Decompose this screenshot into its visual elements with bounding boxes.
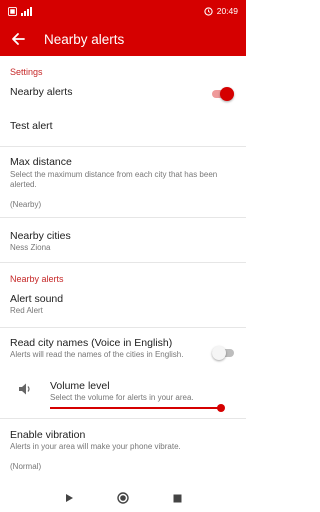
signal-icon	[21, 6, 32, 16]
status-right: 20:49	[204, 6, 238, 16]
pref-nearby-alerts[interactable]: Nearby alerts	[0, 78, 246, 110]
status-left	[8, 6, 33, 16]
pref-enable-vibration-value: (Normal)	[10, 462, 42, 471]
pref-max-distance-title: Max distance	[10, 156, 72, 168]
pref-read-city-names[interactable]: Read city names (Voice in English) Alert…	[0, 328, 246, 374]
status-time: 20:49	[216, 6, 238, 16]
pref-read-city-names-title: Read city names (Voice in English)	[10, 337, 173, 349]
nearby-alerts-switch[interactable]	[212, 87, 234, 101]
pref-nearby-alerts-title: Nearby alerts	[10, 86, 73, 98]
switch-thumb	[220, 87, 234, 101]
back-arrow-icon[interactable]	[8, 29, 28, 49]
pref-volume-level-summary: Select the volume for alerts in your are…	[50, 393, 194, 402]
nav-home-button[interactable]	[116, 491, 130, 505]
pref-alert-sound[interactable]: Alert sound Red Alert	[0, 285, 246, 327]
notification-icon	[8, 6, 17, 16]
pref-volume-level-title: Volume level	[50, 380, 110, 392]
pref-enable-vibration[interactable]: Enable vibration Alerts in your area wil…	[0, 419, 246, 475]
pref-test-alert[interactable]: Test alert	[0, 110, 246, 146]
pref-test-alert-title: Test alert	[10, 120, 53, 132]
status-bar: 20:49	[0, 0, 246, 22]
home-circle-icon	[117, 492, 129, 504]
pref-volume-level[interactable]: Volume level Select the volume for alert…	[0, 374, 246, 418]
volume-slider[interactable]	[50, 404, 225, 412]
pref-enable-vibration-summary: Alerts in your area will make your phone…	[10, 442, 181, 451]
pref-max-distance[interactable]: Max distance Select the maximum distance…	[0, 147, 246, 217]
slider-thumb[interactable]	[217, 404, 225, 412]
app-bar: Nearby alerts	[0, 22, 246, 56]
nav-back-button[interactable]	[62, 491, 76, 505]
switch-thumb	[212, 346, 226, 360]
pref-read-city-names-summary: Alerts will read the names of the cities…	[10, 350, 184, 359]
read-city-names-switch[interactable]	[212, 346, 234, 360]
settings-list: Settings Nearby alerts Test alert Max di…	[0, 56, 246, 484]
category-settings: Settings	[10, 67, 43, 77]
slider-track	[50, 407, 222, 409]
alarm-icon	[204, 6, 213, 16]
pref-nearby-cities-title: Nearby cities	[10, 230, 71, 242]
square-icon	[173, 494, 181, 502]
system-nav-bar	[0, 484, 246, 512]
pref-nearby-cities-value: Ness Ziona	[10, 243, 51, 252]
pref-nearby-cities[interactable]: Nearby cities Ness Ziona	[0, 218, 246, 262]
pref-max-distance-value: (Nearby)	[10, 200, 42, 209]
volume-icon	[19, 383, 30, 395]
pref-alert-sound-title: Alert sound	[10, 293, 64, 305]
page-title: Nearby alerts	[44, 31, 125, 47]
pref-max-distance-summary: Select the maximum distance from each ci…	[10, 170, 218, 189]
play-back-icon	[65, 494, 73, 502]
pref-alert-sound-value: Red Alert	[10, 306, 43, 315]
category-nearby-alerts: Nearby alerts	[10, 274, 64, 284]
pref-enable-vibration-title: Enable vibration	[10, 429, 86, 441]
nav-recents-button[interactable]	[170, 491, 184, 505]
